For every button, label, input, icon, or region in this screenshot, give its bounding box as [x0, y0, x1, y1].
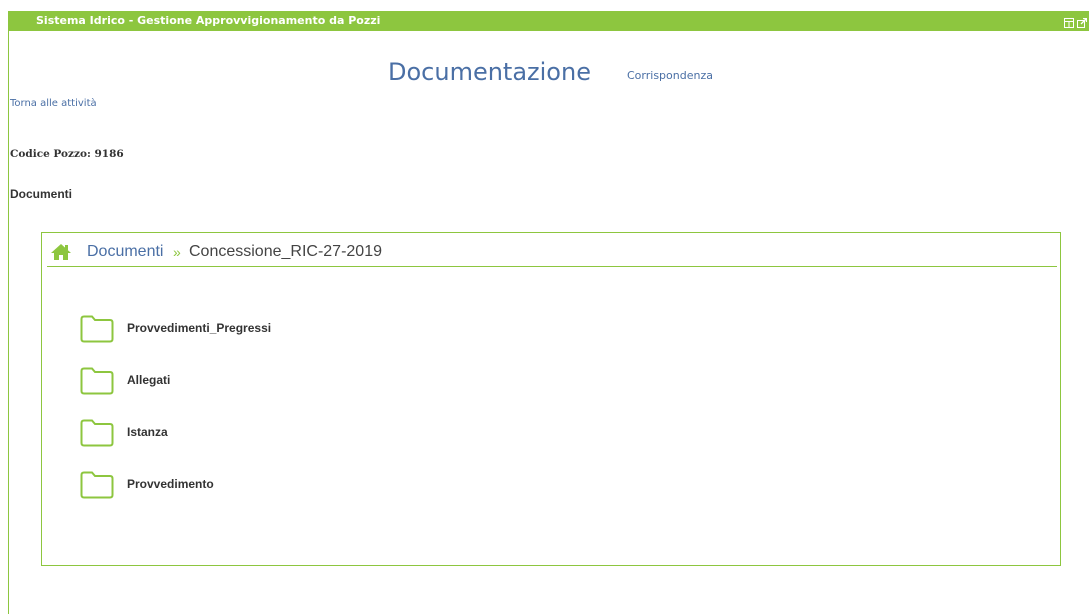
folder-icon — [80, 419, 114, 447]
folder-label: Allegati — [127, 373, 171, 387]
documents-section-title: Documenti — [10, 187, 73, 201]
folder-label: Provvedimento — [127, 477, 214, 491]
breadcrumb-separator: » — [173, 244, 181, 260]
breadcrumb-current: Concessione_RIC-27-2019 — [189, 243, 382, 260]
folder-icon — [80, 315, 114, 343]
breadcrumb-root-link[interactable]: Documenti — [87, 243, 163, 261]
folder-label: Provvedimenti_Pregressi — [127, 321, 272, 335]
portlet-titlebar: Sistema Idrico - Gestione Approvvigionam… — [9, 11, 1089, 31]
back-to-activities-link[interactable]: Torna alle attività — [10, 98, 97, 109]
corrispondenza-link[interactable]: Corrispondenza — [627, 69, 713, 82]
folder-item-istanza[interactable]: Istanza — [80, 419, 480, 447]
folder-icon — [80, 471, 114, 499]
home-icon[interactable] — [50, 243, 72, 261]
maximize-icon[interactable] — [1064, 15, 1074, 28]
breadcrumb: Documenti » Concessione_RIC-27-2019 — [47, 241, 1057, 267]
folder-label: Istanza — [127, 425, 168, 439]
folder-item-provvedimenti-pregressi[interactable]: Provvedimenti_Pregressi — [80, 315, 480, 343]
page-title: Documentazione — [388, 58, 591, 86]
folder-item-provvedimento[interactable]: Provvedimento — [80, 471, 480, 499]
codice-pozzo-label: Codice Pozzo: 9186 — [10, 148, 124, 160]
folder-icon — [80, 367, 114, 395]
document-browser: Documenti » Concessione_RIC-27-2019 Prov… — [41, 232, 1061, 566]
popout-icon[interactable] — [1077, 15, 1088, 28]
portlet-title: Sistema Idrico - Gestione Approvvigionam… — [36, 14, 381, 27]
portlet: Sistema Idrico - Gestione Approvvigionam… — [8, 11, 1089, 614]
folder-item-allegati[interactable]: Allegati — [80, 367, 480, 395]
